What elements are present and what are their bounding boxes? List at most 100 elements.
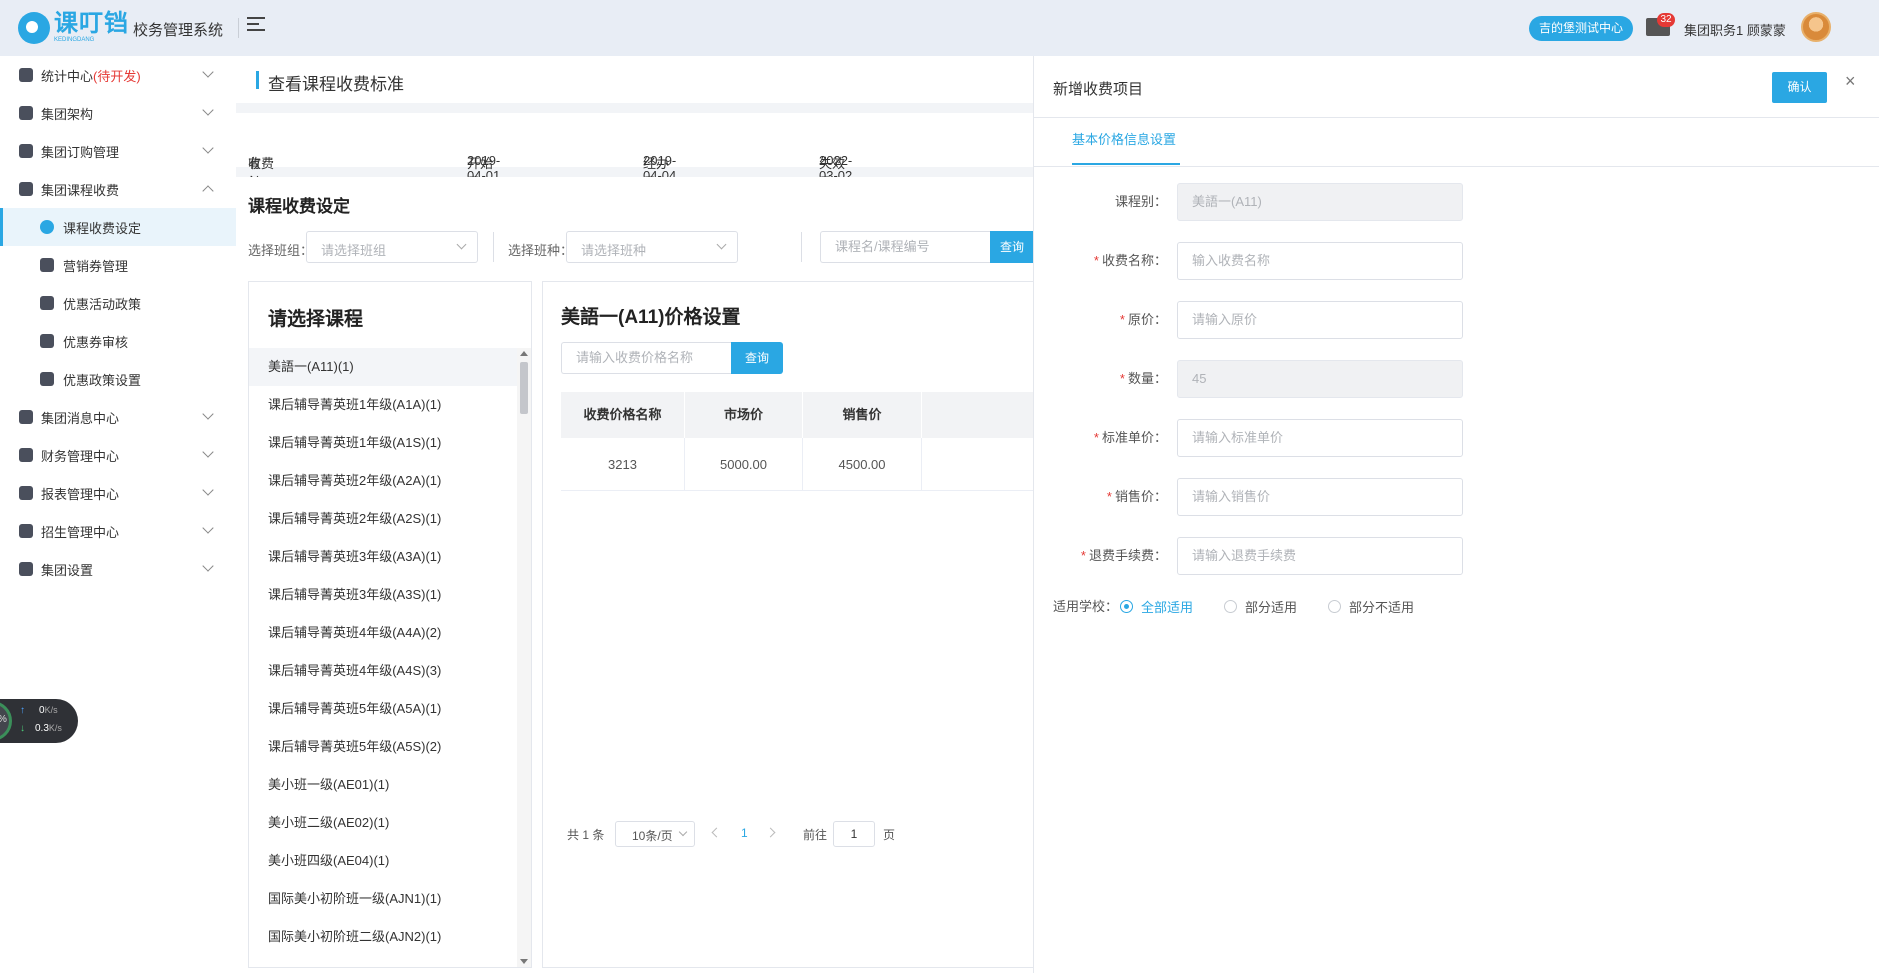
- list-item[interactable]: 课后辅导菁英班2年级(A2A)(1): [249, 462, 517, 500]
- type-select-placeholder: 请选择班种: [581, 243, 647, 258]
- list-item[interactable]: 国际美小初阶班二级(AJN2)(1): [249, 918, 517, 956]
- center-switch-button[interactable]: 吉的堡测试中心: [1529, 16, 1634, 41]
- required-mark: *: [1106, 489, 1112, 504]
- fee-name-input[interactable]: 输入收费名称: [1177, 242, 1463, 280]
- goto-page-input[interactable]: 1: [833, 821, 875, 847]
- table-header-name: 收费价格名称: [561, 392, 685, 438]
- drawer-header: 新增收费项目 确认 ×: [1034, 56, 1879, 118]
- required-mark: *: [1093, 430, 1099, 445]
- chevron-down-icon: [678, 827, 688, 837]
- sidebar-item-enrollment-center[interactable]: 招生管理中心: [0, 512, 236, 550]
- radio-label[interactable]: 全部适用: [1141, 597, 1193, 616]
- logo[interactable]: 课叮铛 KEDINGDANG: [18, 10, 129, 46]
- list-item[interactable]: 美小班一级(AE01)(1): [249, 766, 517, 804]
- sidebar-item-order-management[interactable]: 集团订购管理: [0, 132, 236, 170]
- course-list-scrollbar[interactable]: [517, 348, 531, 967]
- tab-basic-price[interactable]: 基本价格信息设置: [1072, 129, 1176, 148]
- sidebar-item-promotion-policy[interactable]: 优惠活动政策: [0, 284, 236, 322]
- sidebar-item-course-fee-setting[interactable]: 课程收费设定: [0, 208, 236, 246]
- table-header-market-price: 市场价: [685, 392, 803, 438]
- ticket-icon: [40, 296, 54, 310]
- sidebar-item-label: 课程收费设定: [63, 220, 142, 236]
- page-size-select[interactable]: 10条/页: [615, 821, 695, 847]
- course-search-button[interactable]: 查询: [990, 231, 1036, 263]
- sidebar-item-course-fees[interactable]: 集团课程收费: [0, 170, 236, 208]
- list-item[interactable]: 课后辅导菁英班3年级(A3S)(1): [249, 576, 517, 614]
- list-item[interactable]: 美小班四级(AE04)(1): [249, 842, 517, 880]
- table-cell: 4500.00: [803, 438, 922, 491]
- scroll-thumb[interactable]: [520, 362, 528, 414]
- sidebar-item-report-center[interactable]: 报表管理中心: [0, 474, 236, 512]
- divider: [238, 18, 239, 38]
- list-item[interactable]: 课后辅导菁英班1年级(A1S)(1): [249, 424, 517, 462]
- user-name[interactable]: 集团职务1 顾蒙蒙: [1684, 20, 1786, 39]
- radio-all-schools[interactable]: [1120, 600, 1133, 613]
- list-item[interactable]: 美語一(A11)(1): [249, 348, 517, 386]
- table-header-extra: [922, 392, 1037, 438]
- price-search-input[interactable]: 请输入收费价格名称: [561, 342, 731, 374]
- table-header-sale-price: 销售价: [803, 392, 922, 438]
- sidebar-item-label: 统计中心: [41, 68, 94, 84]
- field-label: 退费手续费：: [1088, 548, 1167, 563]
- scroll-up-icon[interactable]: [520, 351, 528, 356]
- required-mark: *: [1093, 253, 1099, 268]
- sidebar-item-label: 集团课程收费: [41, 182, 120, 198]
- original-price-input[interactable]: 请输入原价: [1177, 301, 1463, 339]
- tag-icon: [40, 258, 54, 272]
- quantity-label: * 数量：: [1034, 368, 1167, 387]
- chevron-down-icon: [202, 142, 214, 154]
- list-item[interactable]: 课后辅导菁英班4年级(A4S)(3): [249, 652, 517, 690]
- original-price-label: * 原价：: [1034, 309, 1167, 328]
- radio-some-schools[interactable]: [1224, 600, 1237, 613]
- sidebar-item-group-structure[interactable]: 集团架构: [0, 94, 236, 132]
- confirm-button[interactable]: 确认: [1772, 72, 1827, 103]
- sidebar-item-discount-settings[interactable]: 优惠政策设置: [0, 360, 236, 398]
- page-suffix: 页: [883, 828, 896, 842]
- unit-price-input[interactable]: 请输入标准单价: [1177, 419, 1463, 457]
- folder-icon: [19, 562, 33, 576]
- sidebar-item-group-settings[interactable]: 集团设置: [0, 550, 236, 588]
- close-icon[interactable]: ×: [1845, 72, 1856, 90]
- avatar[interactable]: [1801, 12, 1831, 42]
- chevron-down-icon: [202, 560, 214, 572]
- refund-fee-input[interactable]: 请输入退费手续费: [1177, 537, 1463, 575]
- list-item[interactable]: 课后辅导菁英班3年级(A3A)(1): [249, 538, 517, 576]
- radio-label[interactable]: 部分不适用: [1349, 597, 1414, 616]
- network-speed-widget[interactable]: % ↑0K/s ↓0.3K/s: [0, 699, 78, 743]
- group-select[interactable]: 请选择班组: [306, 231, 478, 263]
- layers-icon: [19, 144, 33, 158]
- radio-label[interactable]: 部分适用: [1245, 597, 1297, 616]
- sidebar-item-message-center[interactable]: 集团消息中心: [0, 398, 236, 436]
- scroll-down-icon[interactable]: [520, 959, 528, 964]
- field-label: 收费名称：: [1101, 253, 1167, 268]
- list-item[interactable]: 课后辅导菁英班2年级(A2S)(1): [249, 500, 517, 538]
- list-item[interactable]: 国际美小初阶班一级(AJN1)(1): [249, 880, 517, 918]
- chevron-down-icon: [456, 239, 467, 250]
- price-search-button[interactable]: 查询: [731, 342, 783, 374]
- field-label: 数量：: [1127, 371, 1167, 386]
- required-mark: *: [1119, 371, 1125, 386]
- field-label: 销售价：: [1114, 489, 1167, 504]
- sidebar-item-suffix: (待开发): [93, 68, 141, 84]
- course-search-input[interactable]: 课程名/课程编号: [820, 231, 990, 263]
- next-page-icon[interactable]: [765, 827, 776, 838]
- prev-page-icon[interactable]: [711, 827, 722, 838]
- add-fee-drawer: 新增收费项目 确认 × 基本价格信息设置 课程别： 美語一(A11) * 收费名称…: [1033, 56, 1879, 973]
- sidebar-item-coupon-management[interactable]: 营销券管理: [0, 246, 236, 284]
- sale-price-label: * 销售价：: [1034, 486, 1167, 505]
- sidebar-item-statistics[interactable]: 统计中心(待开发): [0, 56, 236, 94]
- type-select[interactable]: 请选择班种: [566, 231, 738, 263]
- group-select-placeholder: 请选择班组: [321, 243, 387, 258]
- list-item[interactable]: 美小班二级(AE02)(1): [249, 804, 517, 842]
- arrow-down-icon: ↓: [20, 723, 25, 734]
- sidebar-item-finance-center[interactable]: 财务管理中心: [0, 436, 236, 474]
- current-page[interactable]: 1: [741, 826, 748, 840]
- menu-toggle-icon[interactable]: [247, 17, 265, 35]
- sale-price-input[interactable]: 请输入销售价: [1177, 478, 1463, 516]
- sidebar-item-coupon-review[interactable]: 优惠券审核: [0, 322, 236, 360]
- list-item[interactable]: 课后辅导菁英班5年级(A5A)(1): [249, 690, 517, 728]
- radio-some-excluded[interactable]: [1328, 600, 1341, 613]
- list-item[interactable]: 课后辅导菁英班4年级(A4A)(2): [249, 614, 517, 652]
- list-item[interactable]: 课后辅导菁英班1年级(A1A)(1): [249, 386, 517, 424]
- list-item[interactable]: 课后辅导菁英班5年级(A5S)(2): [249, 728, 517, 766]
